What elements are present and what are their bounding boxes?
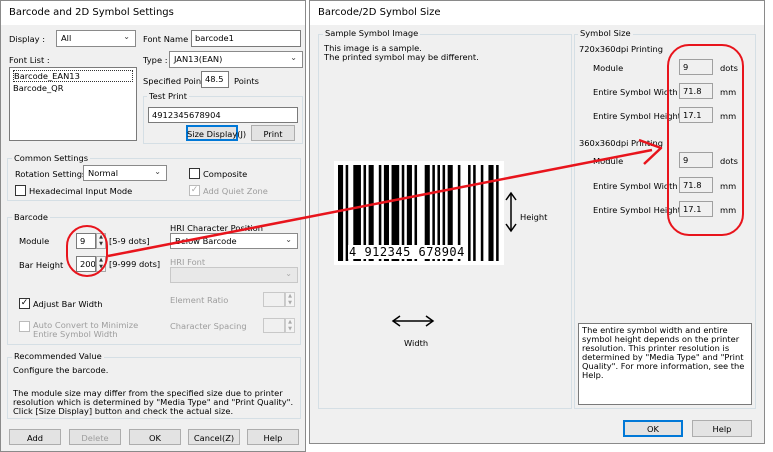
annotation-arrow <box>107 138 663 258</box>
